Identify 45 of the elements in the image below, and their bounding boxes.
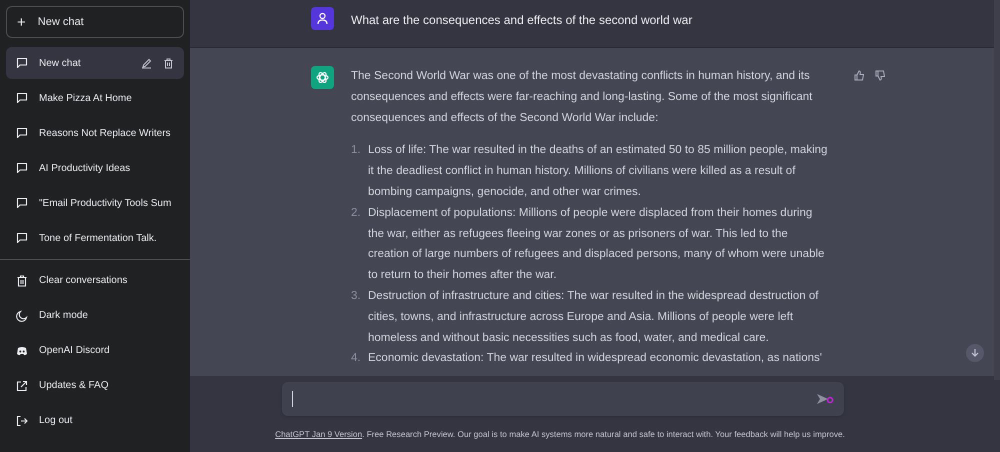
external-link-icon	[16, 380, 28, 392]
user-message: What are the consequences and effects of the second world war	[351, 12, 692, 29]
arrow-down-icon	[970, 348, 980, 358]
message-input[interactable]	[282, 382, 844, 416]
assistant-message: The Second World War was one of the most devastating conflicts in human history, and its consequences and effects were far-reaching and long-lasting. Some of the most significant consequences and effects of the Second World War include:	[351, 69, 814, 126]
thumbs-down-icon[interactable]	[875, 70, 886, 81]
conversation-item[interactable]: Reasons Not Replace Writers	[6, 117, 184, 149]
list-number: 3.	[351, 288, 362, 304]
chat-bubble-icon	[16, 57, 28, 69]
trash-icon[interactable]	[163, 58, 174, 68]
logout-icon	[16, 414, 28, 426]
list-item-text: Loss of life: The war resulted in the deaths of an estimated 50 to 85 million people, making it the deadliest conflict in human history. Millions of civilians were killed as a result of bombing campaigns, genocide, and other war crimes.	[368, 143, 828, 200]
version-link[interactable]: ChatGPT Jan 9 Version	[275, 429, 362, 439]
chat-bubble-icon	[16, 162, 28, 174]
menu-item[interactable]: Dark mode	[6, 298, 184, 333]
chat-bubble-icon	[16, 92, 28, 104]
footer-text: ChatGPT Jan 9 Version. Free Research Preview. Our goal is to make AI systems more natural and safe to interact with. Your feedback will help us improve.	[275, 428, 845, 440]
chat-bubble-icon	[16, 232, 28, 244]
conversation-item[interactable]: Make Pizza At Home	[6, 82, 184, 114]
new-chat-button[interactable]: + New chat	[6, 6, 184, 38]
conversation-item[interactable]: AI Productivity Ideas	[6, 152, 184, 184]
list-item-text: Destruction of infrastructure and cities: The war resulted in the widespread destruction of cities, towns, and infrastructure across Europe and Asia. Millions of people were left homeless and without basic necessities such as food, water, and medical care.	[368, 288, 820, 346]
trash-icon	[16, 274, 28, 286]
chat-bubble-icon	[16, 197, 28, 209]
user-avatar	[311, 7, 334, 30]
list-item-text: Economic devastation: The war resulted in widespread economic devastation, as nations'	[368, 351, 822, 366]
chat-bubble-icon	[16, 127, 28, 139]
pencil-icon[interactable]	[141, 58, 152, 68]
game-controller-icon	[16, 344, 28, 356]
assistant-avatar	[311, 66, 334, 89]
plus-icon: +	[17, 14, 26, 30]
send-icon[interactable]	[816, 393, 834, 405]
menu-item[interactable]: Log out	[6, 403, 184, 438]
thumbs-up-icon[interactable]	[854, 70, 865, 81]
menu-item[interactable]: Clear conversations	[6, 263, 184, 298]
list-item-text: Displacement of populations: Millions of people were displaced from their homes during the war, either as refugees fleeing war zones or as prisoners of war. This led to the creation of large numbers of refugees and displaced persons, many of whom were unable to return to their homes after the war.	[368, 206, 826, 284]
conversation-item[interactable]: New chat	[6, 47, 184, 79]
menu-item[interactable]: OpenAI Discord	[6, 333, 184, 368]
conversation-item[interactable]: "Email Productivity Tools Sum	[6, 187, 184, 219]
conversation-item[interactable]: Tone of Fermentation Talk.	[6, 222, 184, 254]
list-number: 1.	[351, 143, 362, 158]
moon-icon	[16, 310, 28, 322]
list-number: 2.	[351, 206, 362, 221]
list-number: 4.	[351, 351, 362, 366]
menu-item[interactable]: Updates & FAQ	[6, 368, 184, 403]
